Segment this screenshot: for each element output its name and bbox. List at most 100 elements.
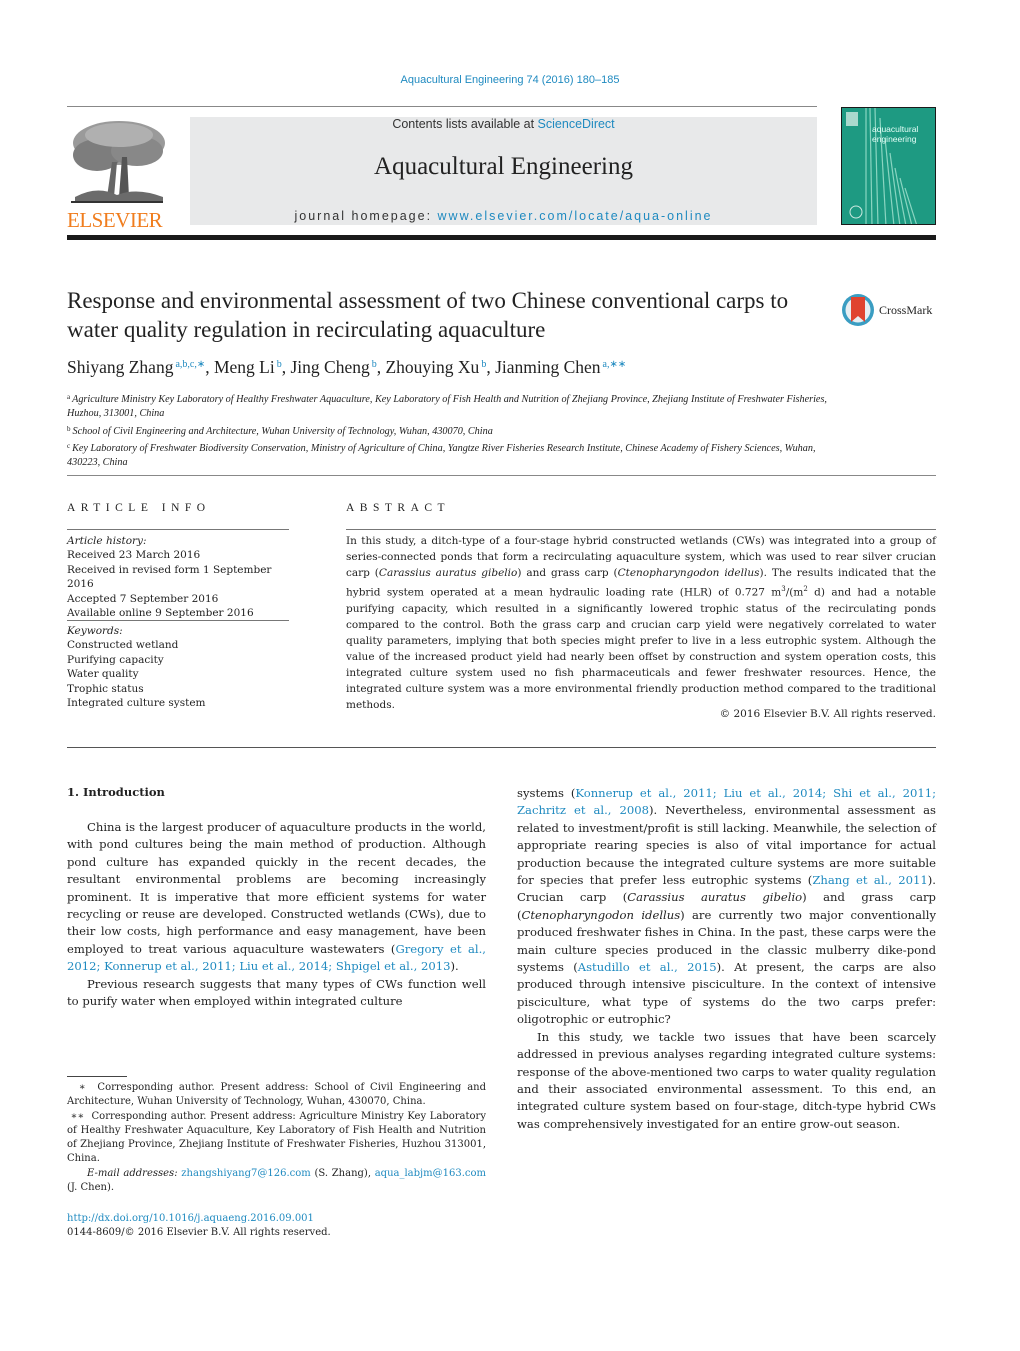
history-item: Received 23 March 2016	[67, 549, 201, 562]
keywords: Keywords: Constructed wetland Purifying …	[67, 624, 297, 710]
cover-title: aquacultural engineering	[872, 124, 918, 144]
journal-cover-thumbnail[interactable]: aquacultural engineering	[841, 107, 936, 225]
header-thick-divider	[67, 235, 936, 240]
text-run: ).	[450, 959, 459, 974]
keyword: Integrated culture system	[67, 697, 206, 710]
citation-link[interactable]: Zhang et al., 2011	[812, 873, 927, 887]
journal-homepage-link[interactable]: www.elsevier.com/locate/aqua-online	[438, 209, 713, 223]
section-heading-introduction: 1. Introduction	[67, 785, 165, 799]
article-title: Response and environmental assessment of…	[67, 288, 789, 342]
author-name: Jing Cheng	[290, 357, 370, 377]
affiliation: b School of Civil Engineering and Archite…	[67, 422, 827, 439]
abstract-heading: ABSTRACT	[346, 502, 451, 514]
homepage-prefix: journal homepage:	[294, 209, 438, 223]
contents-line: Contents lists available at ScienceDirec…	[190, 117, 817, 131]
journal-masthead: Contents lists available at ScienceDirec…	[190, 117, 817, 225]
affiliation-text: Agriculture Ministry Key Laboratory of H…	[67, 394, 827, 420]
body-paragraph: systems (Konnerup et al., 2011; Liu et a…	[517, 785, 936, 1029]
crossmark-label: CrossMark	[879, 302, 933, 317]
cover-title-line1: aquacultural	[872, 124, 919, 134]
abstract-copyright: © 2016 Elsevier B.V. All rights reserved…	[719, 708, 936, 720]
footnote-mark: ∗∗	[70, 1110, 85, 1122]
footnotes: ∗ Corresponding author. Present address:…	[67, 1081, 486, 1195]
affiliation: c Key Laboratory of Freshwater Biodiversi…	[67, 439, 827, 471]
body-paragraph: Previous research suggests that many typ…	[67, 976, 486, 1011]
keyword: Purifying capacity	[67, 653, 164, 666]
abstract-divider	[346, 529, 936, 530]
author-name: Zhouying Xu	[385, 357, 480, 377]
affiliation-key: a	[67, 393, 71, 401]
citation-link[interactable]: Astudillo et al., 2015	[578, 960, 717, 974]
italic-term: Carassius auratus gibelio	[378, 567, 518, 579]
footnote-divider	[67, 1076, 127, 1077]
article-info-divider	[67, 529, 289, 530]
italic-term: Ctenopharyngodon idellus	[521, 907, 681, 922]
author[interactable]: Zhouying Xu b	[385, 357, 486, 377]
footnote-text: Corresponding author. Present address: S…	[67, 1082, 487, 1108]
footnote-corresponding-1: ∗ Corresponding author. Present address:…	[67, 1081, 486, 1110]
crossmark-icon	[842, 294, 874, 326]
text-run: /(m	[785, 586, 804, 599]
author[interactable]: Meng Li b	[214, 357, 282, 377]
affiliation: a Agriculture Ministry Key Laboratory of …	[67, 390, 827, 422]
author[interactable]: Jing Cheng b	[290, 357, 376, 377]
text-run: Previous research suggests that many typ…	[67, 976, 486, 1009]
author-affiliation-marks[interactable]: a,b,c,∗	[175, 359, 205, 370]
body-column-left: China is the largest producer of aquacul…	[67, 819, 486, 1010]
keywords-heading: Keywords:	[67, 625, 123, 637]
text-run: ) and grass carp (	[517, 567, 618, 579]
history-item: Available online 9 September 2016	[67, 607, 254, 620]
sciencedirect-link[interactable]: ScienceDirect	[538, 117, 615, 131]
affiliation-key: c	[67, 441, 71, 450]
footnote-corresponding-2: ∗∗ Corresponding author. Present address…	[67, 1110, 486, 1167]
affiliations-divider	[67, 475, 936, 476]
history-item: Received in revised form 1 September 201…	[67, 563, 272, 591]
top-divider	[67, 106, 817, 107]
homepage-line: journal homepage: www.elsevier.com/locat…	[190, 209, 817, 223]
journal-reference-link[interactable]: Aquacultural Engineering 74 (2016) 180–1…	[0, 74, 1020, 86]
keyword: Constructed wetland	[67, 639, 179, 652]
cover-title-line2: engineering	[872, 134, 917, 144]
body-paragraph: In this study, we tackle two issues that…	[517, 1029, 936, 1133]
email-heading: E-mail addresses:	[87, 1167, 178, 1179]
email-link[interactable]: zhangshiyang7@126.com	[181, 1168, 310, 1179]
author-affiliation-marks[interactable]: a,∗∗	[603, 359, 627, 370]
elsevier-tree-icon	[67, 117, 167, 205]
keyword: Trophic status	[67, 682, 144, 695]
author[interactable]: Jianming Chen a,∗∗	[495, 357, 626, 377]
footnote-text: Corresponding author. Present address: A…	[67, 1110, 486, 1165]
text-run: China is the largest producer of aquacul…	[67, 820, 486, 956]
body-column-right: systems (Konnerup et al., 2011; Liu et a…	[517, 785, 936, 1133]
footnote-emails: E-mail addresses: zhangshiyang7@126.com …	[67, 1167, 486, 1196]
author-name: Shiyang Zhang	[67, 357, 174, 377]
keywords-divider	[67, 620, 289, 621]
doi-link[interactable]: http://dx.doi.org/10.1016/j.aquaeng.2016…	[67, 1212, 314, 1227]
affiliation-key: b	[67, 424, 71, 433]
email-link[interactable]: aqua_labjm@163.com	[375, 1168, 486, 1179]
article-info-heading: ARTICLE INFO	[67, 502, 211, 514]
author[interactable]: Shiyang Zhang a,b,c,∗	[67, 357, 205, 377]
text-run: d) and had a notable purifying capacity,…	[346, 586, 936, 711]
footnote-mark: ∗	[78, 1082, 86, 1093]
contents-prefix: Contents lists available at	[392, 117, 538, 131]
text-run: In this study, we tackle two issues that…	[517, 1029, 936, 1131]
italic-term: Carassius auratus gibelio	[627, 890, 803, 905]
author-separator: ,	[205, 357, 214, 377]
email-owner: (J. Chen).	[67, 1182, 115, 1194]
journal-title: Aquacultural Engineering	[374, 153, 633, 180]
issn-copyright: 0144-8609/© 2016 Elsevier B.V. All right…	[67, 1227, 331, 1238]
abstract-text: In this study, a ditch-type of a four-st…	[346, 533, 936, 713]
author-name: Jianming Chen	[495, 357, 601, 377]
author-separator: ,	[486, 357, 496, 377]
crossmark-button[interactable]: CrossMark	[840, 290, 940, 330]
article-history: Article history: Received 23 March 2016 …	[67, 534, 297, 620]
elsevier-wordmark: ELSEVIER	[67, 208, 163, 232]
history-heading: Article history:	[67, 535, 147, 547]
author-list: Shiyang Zhang a,b,c,∗, Meng Li b, Jing Che…	[67, 357, 927, 378]
keyword: Water quality	[67, 668, 139, 681]
affiliation-text: Key Laboratory of Freshwater Biodiversit…	[67, 442, 816, 469]
affiliation-text: School of Civil Engineering and Architec…	[72, 425, 493, 437]
email-owner: (S. Zhang),	[310, 1167, 375, 1179]
author-name: Meng Li	[213, 357, 275, 377]
elsevier-logo[interactable]: ELSEVIER	[67, 117, 167, 231]
